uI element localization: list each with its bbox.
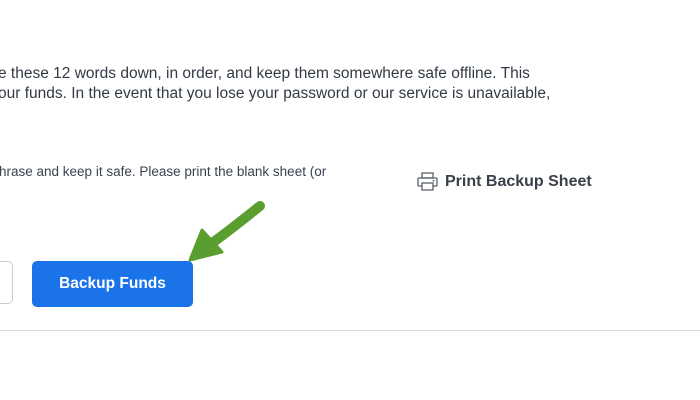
- intro-line-1: e these 12 words down, in order, and kee…: [0, 65, 530, 82]
- print-backup-sheet-link[interactable]: Print Backup Sheet: [417, 172, 592, 191]
- print-instruction-text: hrase and keep it safe. Please print the…: [0, 164, 327, 179]
- arrow-annotation-icon: [188, 201, 265, 262]
- printer-icon: [417, 172, 438, 191]
- backup-funds-button[interactable]: Backup Funds: [32, 261, 193, 307]
- backup-intro-text: e these 12 words down, in order, and kee…: [0, 64, 698, 104]
- backup-page: e these 12 words down, in order, and kee…: [0, 0, 700, 400]
- secondary-button[interactable]: [0, 261, 13, 304]
- intro-line-2: our funds. In the event that you lose yo…: [0, 85, 551, 102]
- section-divider: [0, 330, 700, 331]
- print-backup-sheet-label: Print Backup Sheet: [445, 172, 592, 190]
